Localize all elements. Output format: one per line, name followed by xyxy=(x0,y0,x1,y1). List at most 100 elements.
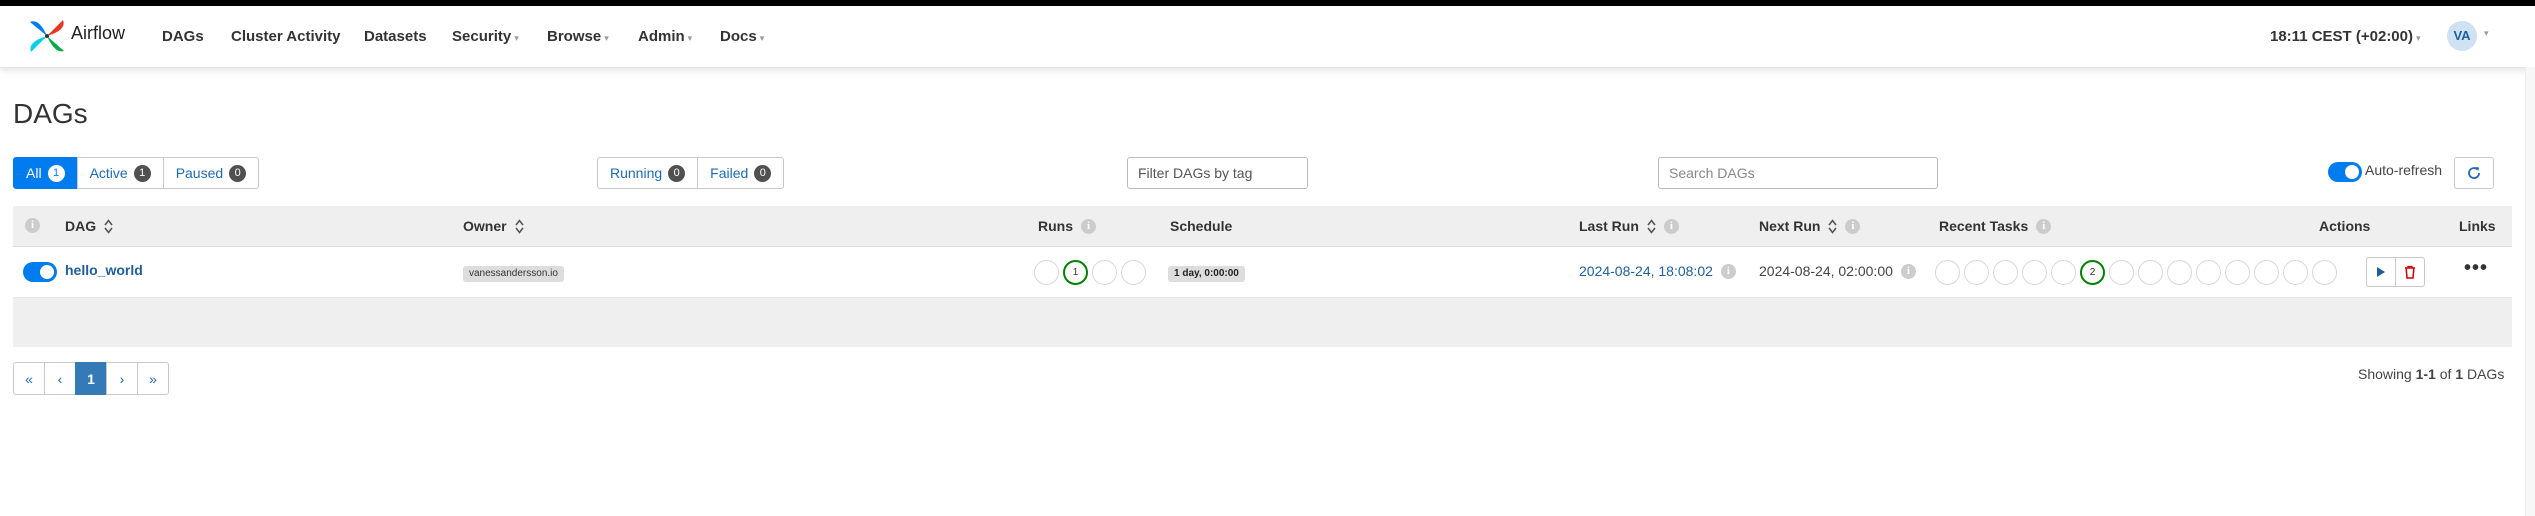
search-input[interactable] xyxy=(1658,157,1938,189)
filter-all-count: 1 xyxy=(47,164,65,182)
filter-running-label: Running xyxy=(610,165,663,181)
header-next-run[interactable]: Next Run i xyxy=(1759,218,1861,234)
tag-filter-input[interactable] xyxy=(1127,157,1308,189)
filter-failed-label: Failed xyxy=(710,165,749,181)
last-run-link[interactable]: 2024-08-24, 18:08:02 xyxy=(1579,263,1713,279)
filter-failed-button[interactable]: Failed 0 xyxy=(697,157,785,189)
page-prev-button[interactable]: ‹ xyxy=(44,362,76,395)
task-status-circle[interactable] xyxy=(2138,260,2163,285)
nav-datasets[interactable]: Datasets xyxy=(364,28,427,45)
header-dag-label: DAG xyxy=(65,218,97,234)
page-scrollbar[interactable] xyxy=(2525,67,2535,516)
header-last-run-label: Last Run xyxy=(1579,218,1639,234)
task-status-circle[interactable] xyxy=(2167,260,2192,285)
delete-dag-button[interactable] xyxy=(2395,257,2425,287)
sort-icon xyxy=(1647,218,1656,234)
timezone-clock[interactable]: 18:11 CEST (+02:00) ▾ xyxy=(2270,28,2421,45)
nav-dags[interactable]: DAGs xyxy=(162,28,204,45)
filter-paused-button[interactable]: Paused 0 xyxy=(162,157,260,189)
nav-admin[interactable]: Admin ▾ xyxy=(638,28,692,45)
chevron-down-icon: ▾ xyxy=(687,33,693,43)
run-status-circle[interactable] xyxy=(1121,260,1146,285)
owner-tag[interactable]: vanessandersson.io xyxy=(463,266,564,282)
info-icon[interactable]: i xyxy=(1081,218,1096,234)
dag-id-link[interactable]: hello_world xyxy=(65,262,143,278)
info-icon[interactable]: i xyxy=(1720,263,1736,279)
results-summary: Showing 1-1 of 1 DAGs xyxy=(2358,366,2504,382)
user-avatar[interactable]: VA xyxy=(2447,21,2477,51)
filter-all-button[interactable]: All 1 xyxy=(13,157,78,189)
header-owner[interactable]: Owner xyxy=(463,218,524,234)
nav-browse[interactable]: Browse ▾ xyxy=(547,28,609,45)
header-schedule: Schedule xyxy=(1170,218,1233,234)
page-first-button[interactable]: « xyxy=(13,362,45,395)
trigger-dag-button[interactable] xyxy=(2366,257,2396,287)
info-icon[interactable]: i xyxy=(2036,218,2052,234)
showing-prefix: Showing xyxy=(2358,366,2412,382)
nav-security[interactable]: Security ▾ xyxy=(452,28,519,45)
next-run-cell: 2024-08-24, 02:00:00 i xyxy=(1759,263,1916,279)
task-status-circle[interactable] xyxy=(1964,260,1989,285)
trash-icon xyxy=(2405,265,2415,279)
last-run-cell: 2024-08-24, 18:08:02 i xyxy=(1579,263,1736,279)
filter-running-button[interactable]: Running 0 xyxy=(597,157,699,189)
filter-active-button[interactable]: Active 1 xyxy=(76,157,164,189)
header-runs: Runs i xyxy=(1038,218,1096,234)
nav-docs[interactable]: Docs ▾ xyxy=(720,28,764,45)
task-status-circle[interactable] xyxy=(2312,260,2337,285)
header-actions: Actions xyxy=(2319,218,2371,234)
task-status-circle[interactable] xyxy=(2022,260,2047,285)
run-state-filter-group: Running 0 Failed 0 xyxy=(597,157,785,189)
dags-table: i DAG Owner Runs i Schedule Last Run i N… xyxy=(13,206,2512,347)
run-status-circle[interactable] xyxy=(1034,260,1059,285)
task-status-circle[interactable] xyxy=(1993,260,2018,285)
header-links: Links xyxy=(2459,218,2496,234)
header-dag[interactable]: DAG xyxy=(65,218,113,234)
task-status-circle[interactable]: 2 xyxy=(2080,260,2105,285)
filter-active-label: Active xyxy=(89,165,128,181)
sort-icon xyxy=(104,218,113,234)
info-icon[interactable]: i xyxy=(1900,263,1916,279)
pagination: « ‹ 1 › » xyxy=(13,362,169,395)
auto-refresh-toggle[interactable] xyxy=(2328,162,2362,182)
info-icon[interactable]: i xyxy=(1845,218,1861,234)
task-status-circle[interactable] xyxy=(2051,260,2076,285)
brand-name: Airflow xyxy=(71,22,126,43)
header-next-run-label: Next Run xyxy=(1759,218,1821,234)
nav-security-label: Security xyxy=(452,28,512,45)
task-status-circle[interactable] xyxy=(1935,260,1960,285)
dag-pause-toggle[interactable] xyxy=(23,262,57,282)
more-links-icon[interactable]: ••• xyxy=(2464,257,2488,280)
play-icon xyxy=(2377,267,2385,277)
nav-cluster-activity[interactable]: Cluster Activity xyxy=(231,28,340,45)
nav-browse-label: Browse xyxy=(547,28,602,45)
header-last-run[interactable]: Last Run i xyxy=(1579,218,1679,234)
header-owner-label: Owner xyxy=(463,218,507,234)
info-icon-glyph: i xyxy=(25,218,40,233)
header-recent-tasks-label: Recent Tasks xyxy=(1939,218,2029,234)
schedule-tag[interactable]: 1 day, 0:00:00 xyxy=(1168,266,1245,282)
filter-active-count: 1 xyxy=(133,164,151,182)
info-icon[interactable]: i xyxy=(1663,218,1679,234)
sort-icon xyxy=(1828,218,1838,234)
brand[interactable]: Airflow xyxy=(27,16,125,56)
run-status-circle[interactable] xyxy=(1092,260,1117,285)
page-next-button[interactable]: › xyxy=(106,362,138,395)
task-status-circle[interactable] xyxy=(2283,260,2308,285)
page-last-button[interactable]: » xyxy=(137,362,169,395)
chevron-down-icon[interactable]: ▾ xyxy=(2484,28,2489,39)
page-current-button[interactable]: 1 xyxy=(75,362,107,395)
task-status-circle[interactable] xyxy=(2254,260,2279,285)
nav-admin-label: Admin xyxy=(638,28,685,45)
run-status-circle[interactable]: 1 xyxy=(1063,260,1088,285)
task-status-circle[interactable] xyxy=(2109,260,2134,285)
task-status-circle[interactable] xyxy=(2225,260,2250,285)
refresh-button[interactable] xyxy=(2454,157,2494,189)
filter-paused-count: 0 xyxy=(229,164,247,182)
info-icon[interactable]: i xyxy=(25,218,40,233)
task-status-circle[interactable] xyxy=(2196,260,2221,285)
table-row: hello_world vanessandersson.io 1 1 day, … xyxy=(13,247,2512,298)
refresh-icon xyxy=(2468,167,2480,179)
page-title: DAGs xyxy=(13,98,88,129)
chevron-down-icon: ▾ xyxy=(759,33,765,43)
